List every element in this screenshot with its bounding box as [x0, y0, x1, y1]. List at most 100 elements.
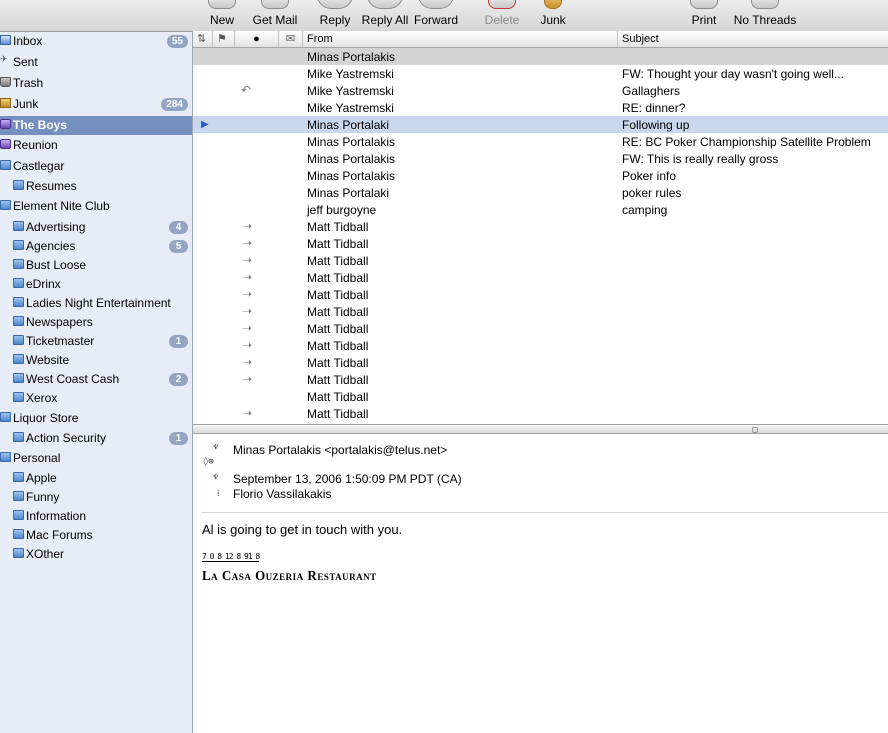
- folder-icon: [0, 200, 11, 210]
- table-row[interactable]: ➝ Matt Tidball: [193, 252, 888, 269]
- sidebar-item-label: Website: [26, 353, 70, 367]
- sidebar-item-inbox[interactable]: Inbox 55: [0, 32, 192, 51]
- message-from: Mike Yastremski: [307, 84, 394, 98]
- table-row[interactable]: ➝ Matt Tidball: [193, 269, 888, 286]
- sidebar-item-website[interactable]: Website: [0, 351, 192, 370]
- sidebar-item-newspapers[interactable]: Newspapers: [0, 313, 192, 332]
- table-row[interactable]: ↶ Mike Yastremski Gallaghers: [193, 82, 888, 99]
- unread-count-badge: 284: [161, 98, 188, 111]
- table-row[interactable]: ➝ Matt Tidball: [193, 371, 888, 388]
- sidebar-item-label: eDrinx: [26, 277, 61, 291]
- new-button[interactable]: New: [203, 0, 241, 31]
- table-row[interactable]: Minas Portalaki poker rules: [193, 184, 888, 201]
- sidebar-item-information[interactable]: Information: [0, 507, 192, 526]
- get-mail-icon: [261, 0, 289, 9]
- forwarded-icon: ➝: [242, 321, 253, 335]
- inbox-icon: [0, 35, 11, 45]
- trash-icon: [0, 77, 11, 87]
- sidebar-item-xother[interactable]: XOther: [0, 545, 192, 564]
- forward-button[interactable]: Forward: [412, 0, 460, 31]
- table-row[interactable]: Minas Portalakis FW: This is really reall…: [193, 150, 888, 167]
- splitter-handle-icon[interactable]: [752, 427, 758, 433]
- table-row[interactable]: ➝ Matt Tidball: [193, 303, 888, 320]
- sidebar-item-junk[interactable]: Junk 284: [0, 95, 192, 114]
- sidebar-item-label: Inbox: [13, 34, 43, 48]
- sidebar-item-xerox[interactable]: Xerox: [0, 389, 192, 408]
- sidebar-item-element-nite-club[interactable]: Element Nite Club: [0, 197, 192, 216]
- sidebar-item-castlegar[interactable]: Castlegar: [0, 157, 192, 176]
- message-subject: FW: Thought your day wasn't going well..…: [622, 67, 844, 81]
- message-from: Matt Tidball: [307, 322, 369, 336]
- sidebar-item-the-boys[interactable]: The Boys: [0, 116, 192, 135]
- table-row[interactable]: ➝ Matt Tidball: [193, 286, 888, 303]
- sidebar-item-advertising[interactable]: Advertising 4: [0, 218, 192, 237]
- sidebar-item-apple[interactable]: Apple: [0, 469, 192, 488]
- reply-all-button[interactable]: Reply All: [359, 0, 411, 31]
- sidebar-item-trash[interactable]: Trash: [0, 74, 192, 93]
- table-row[interactable]: ➝ Matt Tidball: [193, 235, 888, 252]
- sidebar-item-sent[interactable]: ✈ Sent: [0, 53, 192, 72]
- signature-logo: La Casa Ouzeria Restaurant: [202, 567, 377, 584]
- sidebar-item-action-security[interactable]: Action Security 1: [0, 429, 192, 448]
- column-flag[interactable]: ⚑: [213, 31, 235, 47]
- mailbox-sidebar: Inbox 55 ✈ Sent Trash Junk 284 The Boys Reunion C…: [0, 32, 193, 733]
- sidebar-item-west-coast-cash[interactable]: West Coast Cash 2: [0, 370, 192, 389]
- message-from: Mike Yastremski: [307, 101, 394, 115]
- table-row[interactable]: ➝ Matt Tidball: [193, 320, 888, 337]
- sidebar-item-ladies-night-entertainment[interactable]: Ladies Night Entertainment: [0, 294, 192, 313]
- sidebar-item-resumes[interactable]: Resumes: [0, 177, 192, 196]
- delete-button[interactable]: Delete: [480, 0, 524, 31]
- column-read-status[interactable]: ●: [235, 31, 279, 47]
- column-thread-status[interactable]: ⇅: [193, 31, 213, 47]
- junk-button[interactable]: Junk: [536, 0, 570, 31]
- sidebar-item-label: Ladies Night Entertainment: [26, 296, 171, 310]
- sidebar-item-edrinx[interactable]: eDrinx: [0, 275, 192, 294]
- message-subject: RE: BC Poker Championship Satellite Prob…: [622, 135, 871, 149]
- unread-count-badge: 5: [169, 240, 188, 253]
- column-subject[interactable]: Subject: [618, 31, 888, 47]
- message-from: Matt Tidball: [307, 254, 369, 268]
- sidebar-item-mac-forums[interactable]: Mac Forums: [0, 526, 192, 545]
- message-subject: RE: dinner?: [622, 101, 686, 115]
- sidebar-item-label: Resumes: [26, 179, 77, 193]
- reply-button[interactable]: Reply: [313, 0, 357, 31]
- sidebar-item-funny[interactable]: Funny: [0, 488, 192, 507]
- pane-splitter[interactable]: [193, 424, 888, 434]
- table-row[interactable]: ▶ Minas Portalaki Following up: [193, 116, 888, 133]
- table-row[interactable]: ➝ Matt Tidball: [193, 354, 888, 371]
- message-from: Matt Tidball: [307, 220, 369, 234]
- table-row[interactable]: Matt Tidball: [193, 388, 888, 405]
- table-row[interactable]: Minas Portalakis RE: BC Poker Championshi…: [193, 133, 888, 150]
- forwarded-icon: ➝: [242, 406, 253, 420]
- message-from: Minas Portalaki: [307, 186, 390, 200]
- message-preview: ♆ Minas Portalakis <portalakis@telus.net…: [193, 434, 888, 733]
- sidebar-item-label: Trash: [13, 76, 44, 90]
- folder-icon: [0, 160, 11, 170]
- folder-icon: [13, 259, 24, 269]
- sidebar-item-ticketmaster[interactable]: Ticketmaster 1: [0, 332, 192, 351]
- sidebar-item-personal[interactable]: Personal: [0, 449, 192, 468]
- sidebar-item-label: Agencies: [26, 239, 76, 253]
- print-button[interactable]: Print: [686, 0, 722, 31]
- sidebar-item-agencies[interactable]: Agencies 5: [0, 237, 192, 256]
- table-row[interactable]: ➝ Matt Tidball: [193, 337, 888, 354]
- table-row[interactable]: ➝ Matt Tidball: [193, 218, 888, 235]
- sidebar-item-label: Junk: [13, 97, 39, 111]
- column-replied[interactable]: ✉: [279, 31, 303, 47]
- table-row[interactable]: Minas Portalakis: [193, 48, 888, 65]
- table-row[interactable]: ➝ Matt Tidball: [193, 405, 888, 422]
- get-mail-button[interactable]: Get Mail: [249, 0, 301, 31]
- sidebar-item-label: Ticketmaster: [26, 334, 95, 348]
- column-from[interactable]: From: [303, 31, 618, 47]
- table-row[interactable]: jeff burgoyne camping: [193, 201, 888, 218]
- sidebar-item-bust-loose[interactable]: Bust Loose: [0, 256, 192, 275]
- table-row[interactable]: Mike Yastremski FW: Thought your day wasn…: [193, 65, 888, 82]
- sidebar-item-reunion[interactable]: Reunion: [0, 136, 192, 155]
- unread-count-badge: 1: [169, 335, 188, 348]
- table-row[interactable]: Minas Portalakis Poker info: [193, 167, 888, 184]
- message-from: Matt Tidball: [307, 271, 369, 285]
- sidebar-item-label: Bust Loose: [26, 258, 87, 272]
- no-threads-button[interactable]: No Threads: [733, 0, 797, 31]
- sidebar-item-liquor-store[interactable]: Liquor Store: [0, 409, 192, 428]
- table-row[interactable]: Mike Yastremski RE: dinner?: [193, 99, 888, 116]
